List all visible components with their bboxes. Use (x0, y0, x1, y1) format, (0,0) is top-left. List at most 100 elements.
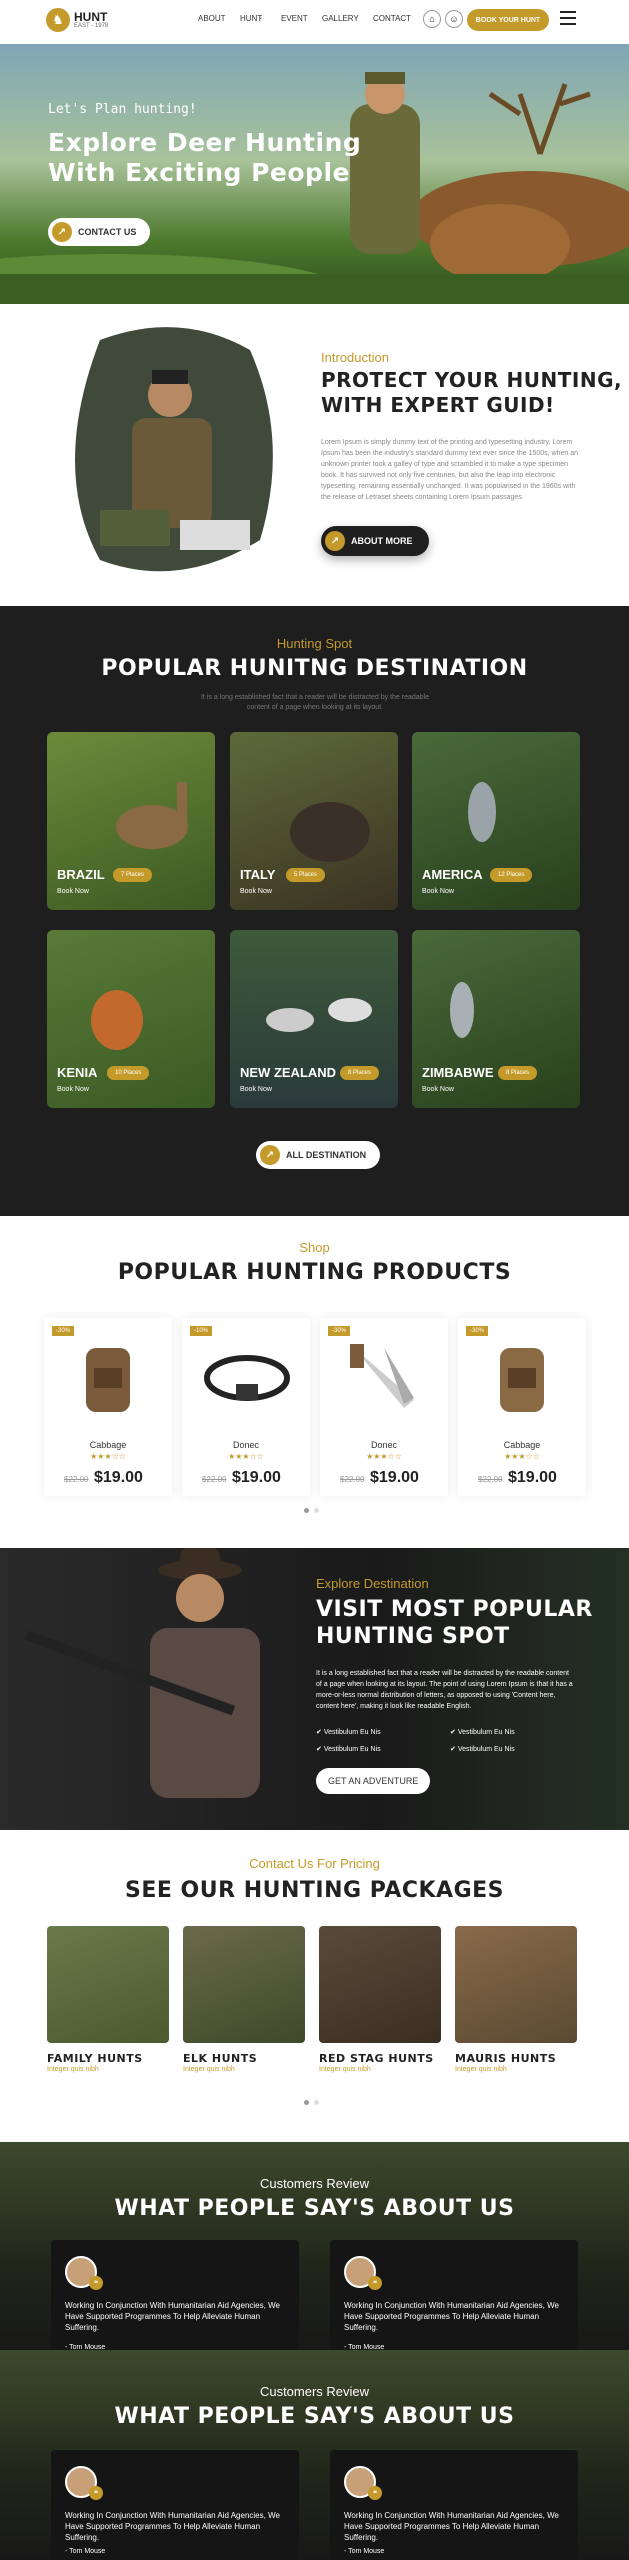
nav-contact[interactable]: CONTACT (373, 14, 411, 23)
spot-description: It is a long established fact that a rea… (200, 694, 430, 711)
destination-name: ITALY (240, 867, 276, 882)
package-red-stag-image[interactable] (319, 1926, 441, 2043)
package-name: MAURIS HUNTS (455, 2052, 557, 2065)
all-destination-button[interactable]: ↗ ALL DESTINATION (256, 1141, 381, 1169)
old-price: $22.00 (202, 1475, 227, 1484)
rating-stars: ★★★☆☆ (228, 1452, 264, 1461)
book-now-link[interactable]: Book Now (240, 1086, 272, 1093)
book-now-link[interactable]: Book Now (422, 888, 454, 895)
destination-card[interactable]: ITALY 5 Places Book Now (230, 732, 398, 910)
intro-title-line1: PROTECT YOUR HUNTING, (321, 368, 623, 392)
places-badge: 8 Places (340, 1066, 380, 1080)
contact-us-label: CONTACT US (78, 227, 137, 237)
review-card: ❝ Working In Conjunction With Humanitari… (51, 2450, 299, 2560)
hunter-with-rifle-image (24, 1548, 260, 1798)
nav-event[interactable]: EVENT (281, 14, 308, 23)
package-family-image[interactable] (47, 1926, 169, 2043)
package-name: ELK HUNTS (183, 2052, 258, 2065)
arrow-icon: ↗ (260, 1145, 280, 1165)
checklist-item: ✔ Vestibulum Eu Nis (316, 1728, 381, 1736)
deer-logo-icon: ♞ (46, 8, 70, 32)
spot-title: POPULAR HUNITNG DESTINATION (101, 656, 528, 681)
carousel-dot[interactable] (304, 2100, 309, 2105)
hero-title-line1: Explore Deer Hunting (48, 128, 362, 157)
destination-card[interactable]: BRAZIL 7 Places Book Now (47, 732, 215, 910)
places-badge: 10 Places (107, 1066, 150, 1080)
logo-subtitle: EAST - 1978 (74, 23, 109, 29)
nav-gallery[interactable]: GALLERY (322, 14, 359, 23)
package-mauris-image[interactable] (455, 1926, 577, 2043)
quote-icon: ❝ (368, 2276, 382, 2290)
spot-subtitle: Hunting Spot (276, 636, 353, 651)
destination-card[interactable]: KENIA 10 Places Book Now (47, 930, 215, 1108)
destination-name: KENIA (57, 1065, 98, 1080)
backpack-icon (86, 1348, 130, 1412)
quote-icon: ❝ (368, 2486, 382, 2500)
product-card[interactable]: -10% Donec ★★★☆☆ $22.00 $19.00 (182, 1318, 310, 1496)
review-text: Working In Conjunction With Humanitarian… (344, 2511, 559, 2542)
checklist-label: Vestibulum Eu Nis (457, 1729, 515, 1736)
review-card: ❝ Working In Conjunction With Humanitari… (51, 2240, 299, 2368)
places-badge: 7 Places (113, 868, 153, 882)
book-now-link[interactable]: Book Now (422, 1086, 454, 1093)
check-icon: ✔ (450, 1729, 458, 1736)
chevron-down-icon: ⌄ (258, 15, 264, 21)
destination-card[interactable]: ZIMBABWE 8 Places Book Now (412, 930, 580, 1108)
intro-title: PROTECT YOUR HUNTING, WITH EXPERT GUID! (321, 368, 622, 418)
discount-badge: -30% (466, 1326, 489, 1336)
book-now-link[interactable]: Book Now (57, 1086, 89, 1093)
product-card[interactable]: -30% Cabbage ★★★☆☆ $22.00 $19.00 (44, 1318, 172, 1496)
discount-badge: -30% (52, 1326, 75, 1336)
carousel-dot[interactable] (314, 1508, 319, 1513)
review-author: - Tom Mouse (65, 2548, 106, 2555)
book-your-hunt-button[interactable]: BOOK YOUR HUNT (467, 9, 549, 31)
product-card[interactable]: -30% Cabbage ★★★☆☆ $22.00 $19.00 (458, 1318, 586, 1496)
checklist-label: Vestibulum Eu Nis (323, 1729, 381, 1736)
intro-title-line2: WITH EXPERT GUID! (321, 393, 555, 417)
reviews-subtitle: Customers Review (259, 2384, 370, 2399)
logo[interactable]: ♞ HUNT EAST - 1978 (46, 8, 108, 32)
rating-stars: ★★★☆☆ (504, 1452, 540, 1461)
discount-badge: -30% (328, 1326, 351, 1336)
checklist-label: Vestibulum Eu Nis (323, 1746, 381, 1753)
carousel-dot[interactable] (314, 2100, 319, 2105)
product-card[interactable]: -30% Donec ★★★☆☆ $22.00 $19.00 (320, 1318, 448, 1496)
review-card: ❝ Working In Conjunction With Humanitari… (330, 2450, 578, 2560)
arrow-icon: ↗ (325, 531, 345, 551)
intro-hunter-image (75, 327, 273, 572)
destination-card[interactable]: AMERICA 12 Places Book Now (412, 732, 580, 910)
explore-title: VISIT MOST POPULAR HUNTING SPOT (316, 1596, 593, 1650)
fox-image (91, 990, 143, 1050)
package-subtitle: Integer quis nibh (183, 2066, 235, 2073)
quote-icon: ❝ (89, 2486, 103, 2500)
package-elk-image[interactable] (183, 1926, 305, 2043)
product-name: Cabbage (89, 1440, 127, 1450)
heron-image (468, 782, 496, 842)
nav-about[interactable]: ABOUT (198, 14, 226, 23)
cart-icon[interactable]: ⌂ (423, 10, 441, 28)
destination-name: BRAZIL (57, 867, 105, 882)
hamburger-menu-icon[interactable] (560, 11, 576, 25)
checklist-item: ✔ Vestibulum Eu Nis (450, 1745, 515, 1753)
old-price: $22.00 (340, 1475, 365, 1484)
all-destination-label: ALL DESTINATION (286, 1150, 367, 1160)
places-badge: 12 Places (490, 868, 533, 882)
boar-image (290, 802, 370, 862)
user-icon[interactable]: ☺ (445, 10, 463, 28)
package-subtitle: Integer quis nibh (319, 2066, 371, 2073)
get-an-adventure-button[interactable]: GET AN ADVENTURE (316, 1768, 431, 1794)
book-now-link[interactable]: Book Now (57, 888, 89, 895)
about-more-button[interactable]: ↗ ABOUT MORE (321, 526, 429, 556)
price: $19.00 (370, 1469, 419, 1486)
arrow-icon: ↗ (52, 222, 72, 242)
book-now-link[interactable]: Book Now (240, 888, 272, 895)
review-text: Working In Conjunction With Humanitarian… (65, 2511, 280, 2542)
destination-card[interactable]: NEW ZEALAND 8 Places Book Now (230, 930, 398, 1108)
checklist-label: Vestibulum Eu Nis (457, 1746, 515, 1753)
package-subtitle: Integer quis nibh (47, 2066, 99, 2073)
carousel-dot[interactable] (304, 1508, 309, 1513)
review-author: - Tom Mouse (344, 2548, 385, 2555)
old-price: $22.00 (478, 1475, 503, 1484)
intro-paragraph: Lorem Ipsum is simply dummy text of the … (321, 439, 578, 501)
contact-us-button[interactable]: ↗ CONTACT US (48, 218, 151, 246)
